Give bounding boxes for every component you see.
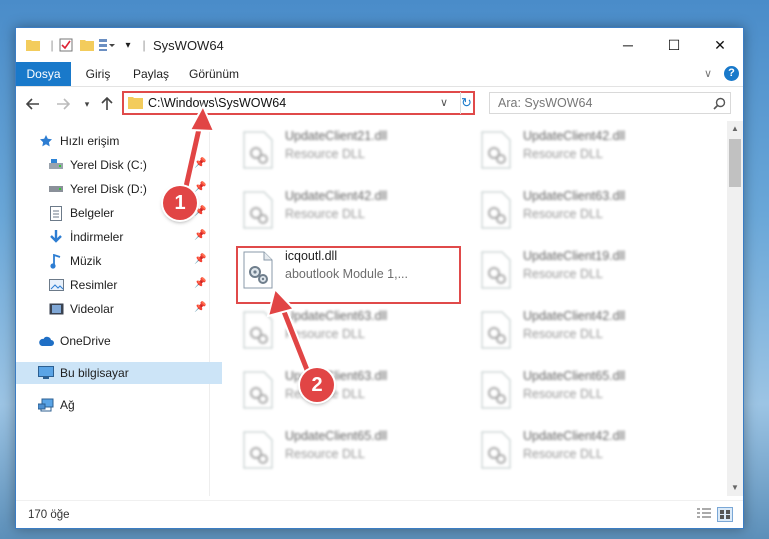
close-button[interactable]: ✕	[697, 28, 743, 62]
file-item[interactable]: UpdateClient42.dll Resource DLL	[477, 305, 702, 355]
dll-file-icon	[481, 431, 511, 469]
dll-file-icon	[243, 431, 273, 469]
new-folder-icon[interactable]	[79, 37, 95, 53]
file-item[interactable]: UpdateClient63.dll Resource DLL	[239, 365, 464, 415]
maximize-button[interactable]: ☐	[651, 28, 697, 62]
pin-icon[interactable]: 📌	[194, 230, 206, 242]
status-bar: 170 öğe	[16, 500, 743, 528]
vertical-scrollbar[interactable]: ▲ ▼	[727, 121, 743, 496]
download-icon	[48, 229, 64, 245]
ribbon-expand-icon[interactable]: ∨	[704, 67, 712, 80]
sidebar-item-this-pc[interactable]: Bu bilgisayar	[16, 362, 231, 384]
title-bar: | ▾ | SysWOW64 ─ ☐ ✕	[16, 28, 743, 62]
pin-icon[interactable]: 📌	[194, 278, 206, 290]
search-placeholder: Ara: SysWOW64	[498, 96, 593, 110]
search-input[interactable]: Ara: SysWOW64	[489, 92, 731, 114]
sidebar-item-documents[interactable]: Belgeler 📌	[16, 202, 241, 224]
dll-file-icon	[243, 371, 273, 409]
dll-file-icon	[481, 371, 511, 409]
scrollbar-thumb[interactable]	[729, 139, 741, 187]
sidebar-item-quick-access[interactable]: Hızlı erişim	[16, 130, 231, 152]
file-item[interactable]: UpdateClient42.dll Resource DLL	[239, 185, 464, 235]
minimize-button[interactable]: ─	[605, 28, 651, 62]
dll-file-icon	[481, 191, 511, 229]
tab-giris[interactable]: Giriş	[78, 62, 118, 86]
large-icons-view-icon[interactable]	[717, 507, 733, 522]
file-item[interactable]: UpdateClient42.dll Resource DLL	[477, 425, 702, 475]
customize-toolbar-icon[interactable]	[99, 37, 115, 53]
dll-file-icon	[243, 191, 273, 229]
refresh-icon[interactable]: ↻	[461, 95, 472, 111]
folder-icon	[128, 97, 143, 109]
sidebar-item-videos[interactable]: Videolar 📌	[16, 298, 241, 320]
folder-icon[interactable]	[25, 37, 41, 53]
scroll-up-icon[interactable]: ▲	[731, 124, 739, 133]
address-bar[interactable]: C:\Windows\SysWOW64 ∨ ↻	[122, 91, 475, 115]
address-path: C:\Windows\SysWOW64	[148, 96, 287, 110]
file-item[interactable]: UpdateClient63.dll Resource DLL	[477, 185, 702, 235]
file-list: UpdateClient21.dll Resource DLL UpdateCl…	[222, 121, 727, 496]
dll-file-icon	[481, 251, 511, 289]
music-icon	[48, 253, 64, 269]
pin-icon[interactable]: 📌	[194, 254, 206, 266]
document-icon	[48, 205, 64, 221]
pin-icon[interactable]: 📌	[194, 302, 206, 314]
help-icon[interactable]: ?	[724, 66, 739, 81]
sidebar-item-disk-c[interactable]: Yerel Disk (C:) 📌	[16, 154, 241, 176]
callout-badge-1: 1	[163, 186, 197, 220]
properties-icon[interactable]	[58, 37, 74, 53]
navigation-pane: Hızlı erişim Yerel Disk (C:) 📌 Yerel Dis…	[16, 121, 231, 496]
dll-file-icon	[243, 131, 273, 169]
ribbon-tabs: Dosya Giriş Paylaş Görünüm ∨ ?	[16, 62, 743, 87]
explorer-window: | ▾ | SysWOW64 ─ ☐ ✕ Dosya Giriş Paylaş …	[15, 27, 744, 529]
separator: |	[142, 38, 146, 52]
star-icon	[38, 133, 54, 149]
file-item[interactable]: UpdateClient19.dll Resource DLL	[477, 245, 702, 295]
dll-file-icon	[481, 131, 511, 169]
sidebar-item-pictures[interactable]: Resimler 📌	[16, 274, 241, 296]
dll-file-icon	[481, 311, 511, 349]
file-item[interactable]: UpdateClient42.dll Resource DLL	[477, 125, 702, 175]
file-item[interactable]: UpdateClient65.dll Resource DLL	[477, 365, 702, 415]
computer-icon	[38, 365, 54, 381]
search-icon[interactable]	[713, 97, 726, 110]
scroll-down-icon[interactable]: ▼	[731, 483, 739, 492]
up-arrow-icon[interactable]	[98, 95, 116, 113]
cloud-icon	[38, 333, 54, 349]
item-count: 170 öğe	[28, 509, 70, 521]
details-view-icon[interactable]	[697, 508, 711, 523]
network-icon	[38, 397, 54, 413]
pin-icon[interactable]: 📌	[194, 182, 206, 194]
tab-gorunum[interactable]: Görünüm	[186, 62, 242, 86]
sidebar-item-music[interactable]: Müzik 📌	[16, 250, 241, 272]
file-item[interactable]: UpdateClient21.dll Resource DLL	[239, 125, 464, 175]
file-item[interactable]: UpdateClient65.dll Resource DLL	[239, 425, 464, 475]
address-dropdown-icon[interactable]: ∨	[440, 96, 448, 109]
callout-badge-2: 2	[300, 368, 334, 402]
sidebar-item-network[interactable]: Ağ	[16, 394, 231, 416]
window-title: SysWOW64	[153, 38, 224, 53]
sidebar-item-disk-d[interactable]: Yerel Disk (D:) 📌	[16, 178, 241, 200]
back-arrow-icon[interactable]	[24, 95, 42, 113]
quick-access-dropdown-icon[interactable]: ▾	[120, 37, 136, 53]
video-icon	[48, 301, 64, 317]
tab-paylas[interactable]: Paylaş	[128, 62, 174, 86]
drive-icon	[48, 181, 64, 197]
file-highlight-box	[236, 246, 461, 304]
drive-icon	[48, 157, 64, 173]
dll-file-icon	[243, 311, 273, 349]
forward-arrow-icon[interactable]	[54, 95, 72, 113]
recent-locations-icon[interactable]: ▾	[78, 95, 96, 113]
tab-dosya[interactable]: Dosya	[16, 62, 71, 86]
navigation-bar: ▾ C:\Windows\SysWOW64 ∨ ↻ Ara: SysWOW64	[16, 87, 743, 121]
pin-icon[interactable]: 📌	[194, 158, 206, 170]
sidebar-item-downloads[interactable]: İndirmeler 📌	[16, 226, 241, 248]
sidebar-item-onedrive[interactable]: OneDrive	[16, 330, 231, 352]
pictures-icon	[48, 277, 64, 293]
file-item[interactable]: UpdateClient63.dll Resource DLL	[239, 305, 464, 355]
